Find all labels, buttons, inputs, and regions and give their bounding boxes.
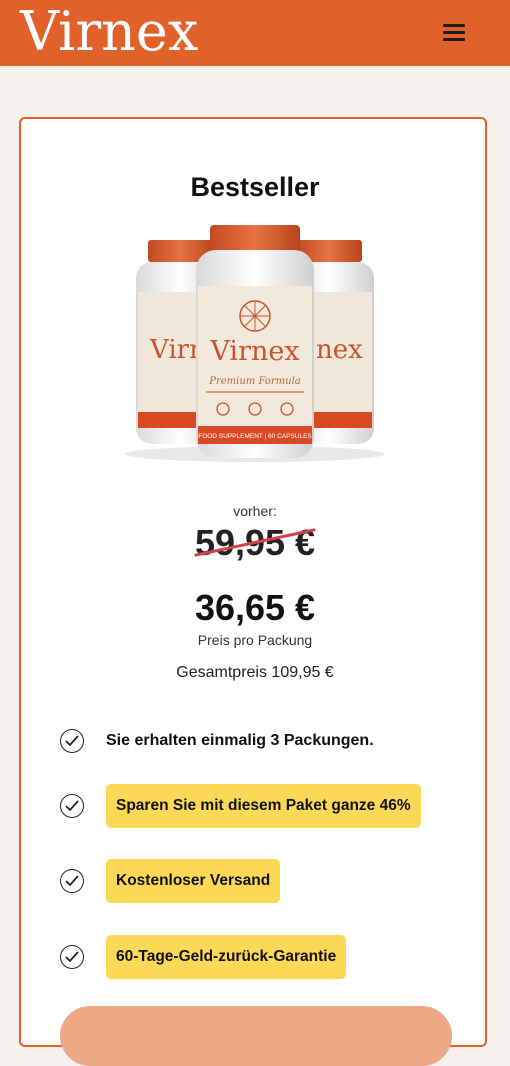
feature-item: Kostenloser Versand (60, 859, 281, 903)
product-band: FOOD SUPPLEMENT | 60 CAPSULES (198, 433, 312, 440)
feature-highlight: 60-Tage-Geld-zurück-Garantie (106, 935, 347, 979)
feature-highlight: Kostenloser Versand (106, 859, 281, 903)
check-circle-icon (60, 794, 84, 818)
order-button[interactable] (60, 1006, 452, 1066)
feature-highlight: Sparen Sie mit diesem Paket ganze 46% (106, 784, 421, 828)
product-brand: Virnex (209, 336, 299, 367)
svg-text:nex: nex (316, 335, 363, 365)
header: Virnex (0, 0, 510, 66)
feature-item: Sie erhalten einmalig 3 Packungen. (60, 729, 374, 753)
before-label: vorher: (233, 503, 277, 519)
logo[interactable]: Virnex (20, 2, 198, 62)
feature-item: Sparen Sie mit diesem Paket ganze 46% (60, 784, 421, 828)
product-subtitle: Premium Formula (208, 376, 301, 387)
feature-text: Sie erhalten einmalig 3 Packungen. (106, 732, 374, 749)
check-circle-icon (60, 729, 84, 753)
product-image: Virn nex Virnex Premium Formula FOOD SUP… (125, 225, 385, 462)
offer-title: Bestseller (190, 172, 320, 202)
new-price: 36,65 € (194, 587, 316, 628)
total-price: Gesamtpreis 109,95 € (176, 664, 334, 681)
check-circle-icon (60, 945, 84, 969)
price-per-pack-label: Preis pro Packung (197, 632, 313, 648)
check-circle-icon (60, 869, 84, 893)
feature-item: 60-Tage-Geld-zurück-Garantie (60, 935, 347, 979)
hamburger-menu-icon[interactable] (443, 22, 467, 42)
